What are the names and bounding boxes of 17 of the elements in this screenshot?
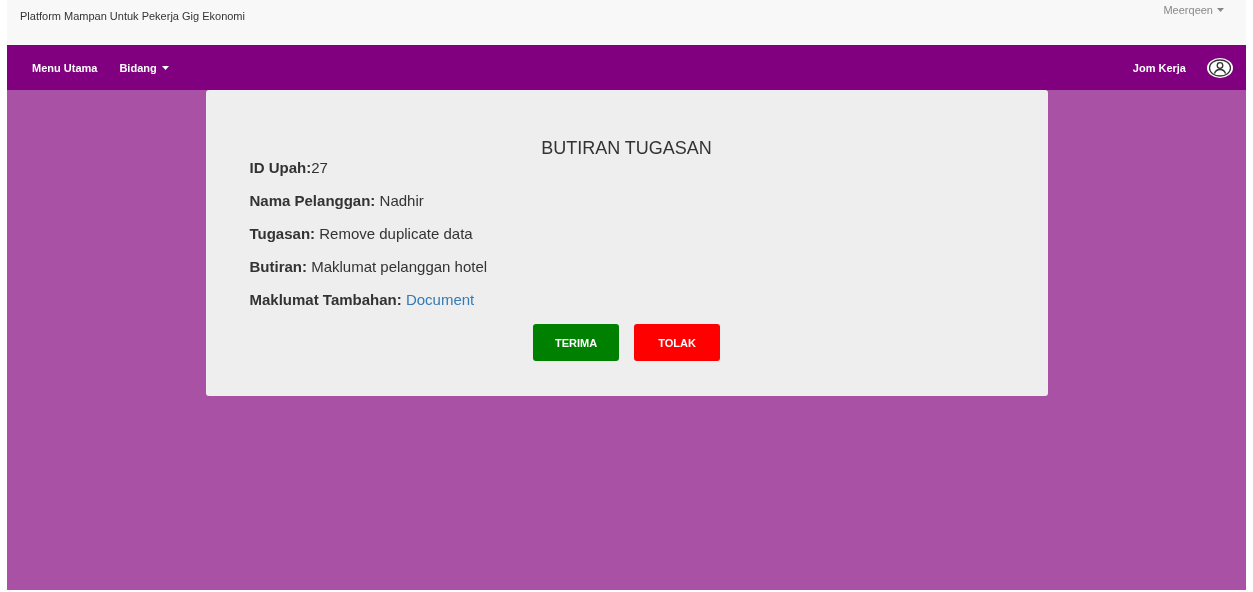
site-title: Platform Mampan Untuk Pekerja Gig Ekonomi [20, 10, 245, 22]
detail-text: ID Upah:27 [249, 159, 329, 177]
document-link[interactable]: Document [405, 291, 475, 308]
card-title: BUTIRAN TUGASAN [540, 138, 713, 159]
nav-link[interactable]: Jom Kerja [1132, 61, 1186, 74]
reject-button[interactable]: TOLAK [634, 324, 720, 361]
detail-text: Tugasan: Remove duplicate data [249, 225, 474, 243]
user-menu[interactable]: Meerqeen [1163, 4, 1224, 16]
nav-link[interactable]: Menu Utama [32, 61, 98, 74]
caret-icon [161, 65, 169, 70]
user-avatar-icon[interactable] [1206, 56, 1234, 79]
detail-label: Maklumat Tambahan: [249, 291, 402, 308]
detail-text: Butiran: Maklumat pelanggan hotel [249, 258, 489, 276]
nav-link[interactable]: Bidang [119, 61, 169, 74]
detail-text: Nama Pelanggan: Nadhir [249, 192, 425, 210]
caret-icon [1217, 8, 1224, 12]
accept-button[interactable]: TERIMA [533, 324, 620, 361]
